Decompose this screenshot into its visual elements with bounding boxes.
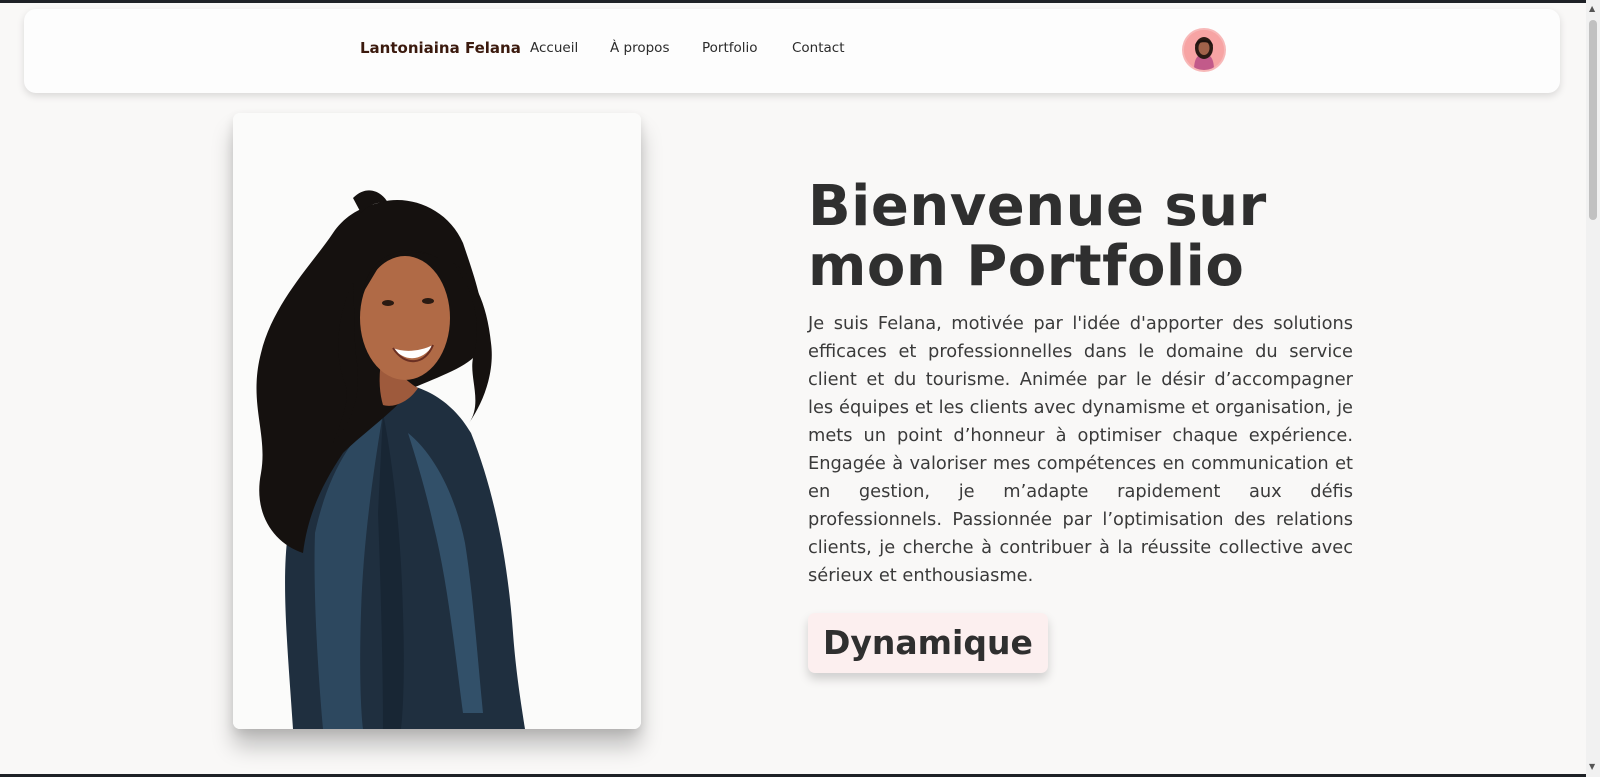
vertical-scrollbar[interactable]: ▲ ▼: [1586, 0, 1600, 777]
avatar-portrait-image: [1184, 30, 1224, 70]
hero-description: Je suis Felana, motivée par l'idée d'app…: [808, 313, 1353, 586]
hero-title: Bienvenue sur mon Portfolio: [808, 174, 1267, 299]
nav-link-contact[interactable]: Contact: [792, 40, 845, 56]
page-viewport: Lantoniaina Felana Accueil À propos Port…: [0, 3, 1586, 774]
scroll-up-arrow-icon[interactable]: ▲: [1589, 4, 1595, 13]
profile-photo-card: [233, 113, 641, 729]
typed-word-badge: Dynamique: [808, 613, 1048, 673]
avatar[interactable]: [1184, 30, 1224, 70]
scroll-thumb[interactable]: [1589, 20, 1597, 220]
scroll-down-arrow-icon[interactable]: ▼: [1589, 762, 1595, 771]
brand-name[interactable]: Lantoniaina Felana: [360, 39, 521, 57]
top-navbar: Lantoniaina Felana Accueil À propos Port…: [24, 9, 1560, 93]
profile-photo: [233, 113, 641, 729]
nav-link-portfolio[interactable]: Portfolio: [702, 40, 758, 56]
nav-link-accueil[interactable]: Accueil: [530, 40, 578, 56]
nav-link-a-propos[interactable]: À propos: [610, 40, 669, 56]
